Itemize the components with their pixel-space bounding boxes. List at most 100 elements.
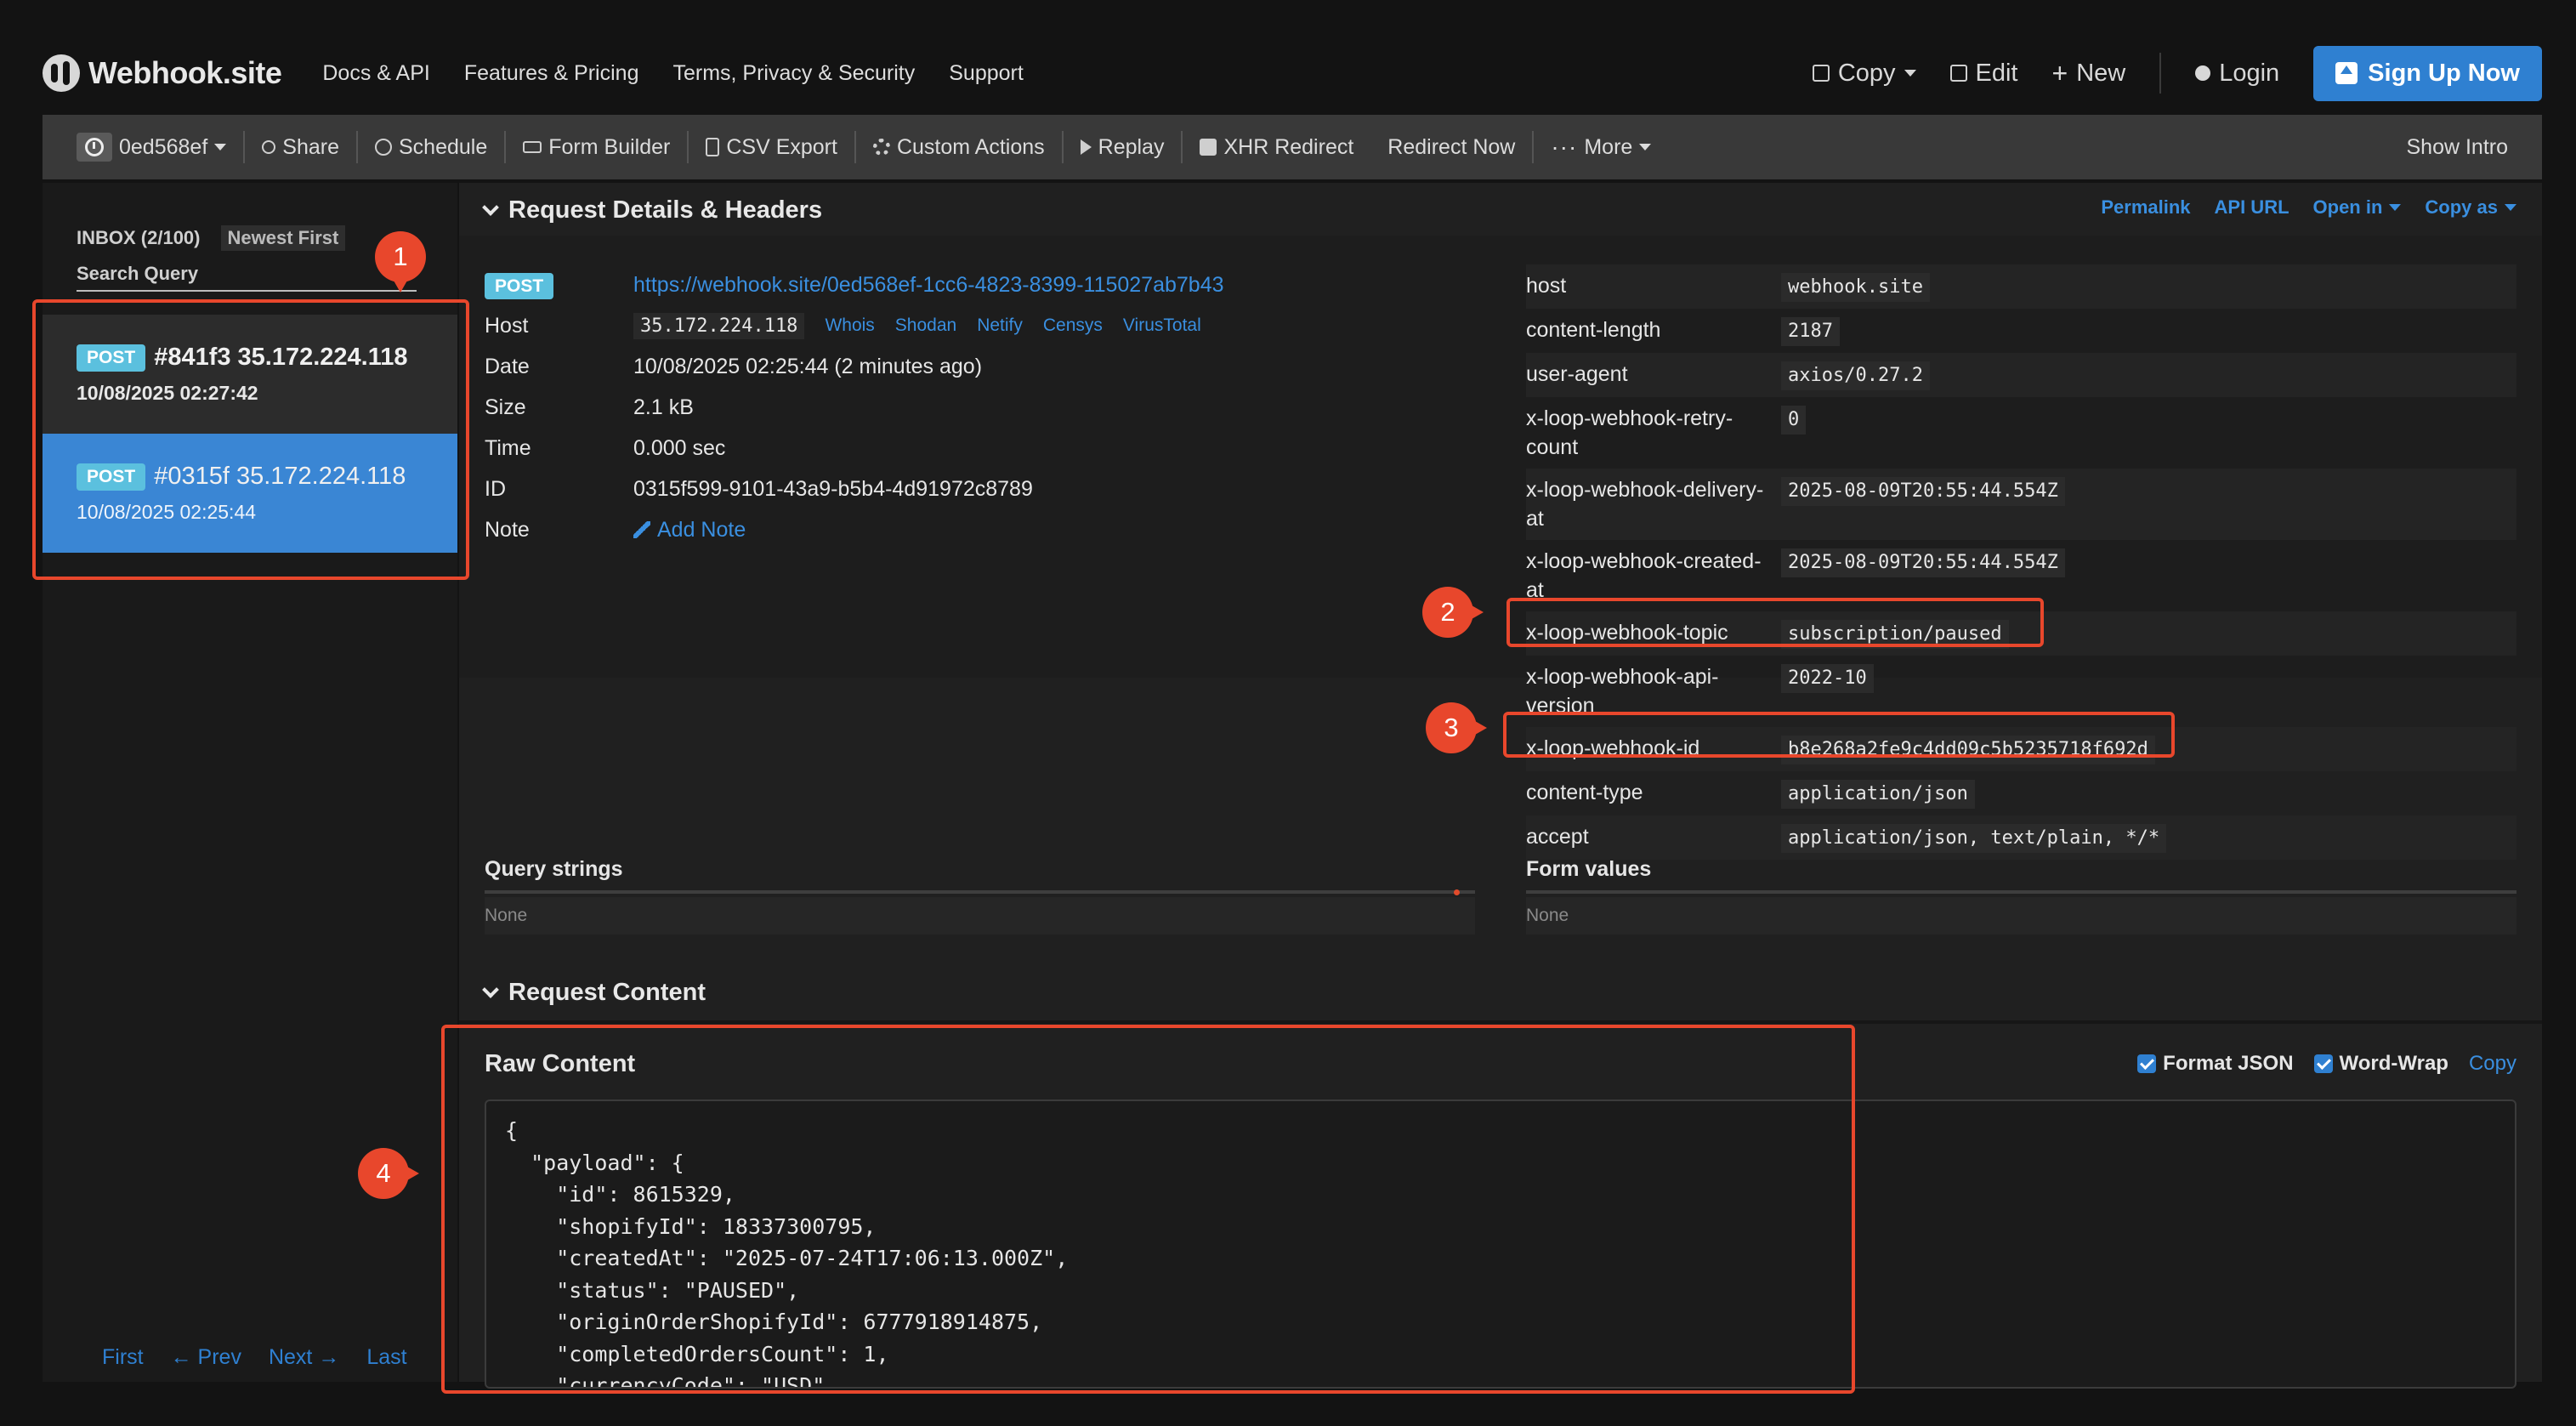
pager-prev[interactable]: ← Prev: [171, 1345, 241, 1370]
header-key: x-loop-webhook-created-at: [1526, 549, 1762, 602]
note-row: Note Add Note: [485, 509, 1475, 550]
pager-first[interactable]: First: [102, 1345, 144, 1370]
header-row: content-length 2187: [1526, 309, 2516, 353]
open-in-label: Open in: [2312, 196, 2383, 218]
annotation-box-topic: [1506, 598, 2044, 647]
netify-link[interactable]: Netify: [977, 315, 1023, 336]
sort-toggle[interactable]: Newest First: [220, 225, 346, 251]
header-value: axios/0.27.2: [1781, 361, 1930, 390]
nav-link-pricing[interactable]: Features & Pricing: [464, 61, 639, 86]
copy-menu-button[interactable]: Copy: [1812, 59, 1916, 88]
annotation-box-webhook-id: [1503, 712, 2175, 758]
form-builder-button[interactable]: Form Builder: [506, 128, 687, 166]
header-value: webhook.site: [1781, 273, 1930, 302]
new-label: New: [2076, 59, 2126, 87]
header-key: content-type: [1526, 781, 1643, 804]
date-row: Date 10/08/2025 02:25:44 (2 minutes ago): [485, 346, 1475, 387]
share-button[interactable]: Share: [245, 128, 356, 166]
show-intro-link[interactable]: Show Intro: [2406, 135, 2508, 160]
annotation-marker-3: 3: [1426, 702, 1487, 753]
request-url-link[interactable]: https://webhook.site/0ed568ef-1cc6-4823-…: [633, 273, 1224, 298]
edit-button[interactable]: Edit: [1949, 60, 2018, 88]
annotation-marker-4: 4: [358, 1148, 419, 1199]
content-section-toggle[interactable]: Request Content: [482, 979, 706, 1007]
add-note-link[interactable]: Add Note: [657, 518, 746, 543]
time-label: Time: [485, 435, 531, 460]
section-divider: [459, 1020, 2542, 1024]
copy-label: Copy: [1837, 59, 1896, 87]
header-row: content-type application/json: [1526, 771, 2516, 815]
query-strings-value: None: [485, 897, 1475, 935]
query-strings-divider: [485, 890, 1475, 894]
search-query-input[interactable]: Search Query: [77, 259, 417, 292]
schedule-label: Schedule: [399, 134, 488, 159]
headers-table: host webhook.site content-length 2187 user…: [1526, 264, 2516, 860]
pager-last[interactable]: Last: [366, 1345, 406, 1370]
header-key: user-agent: [1526, 362, 1628, 386]
copy-as-menu[interactable]: Copy as: [2425, 196, 2516, 219]
header-value: 2022-10: [1781, 664, 1874, 693]
replay-button[interactable]: Replay: [1064, 128, 1182, 166]
share-label: Share: [282, 134, 339, 159]
api-url-link[interactable]: API URL: [2215, 196, 2289, 219]
more-label: More: [1584, 134, 1633, 159]
more-menu-button[interactable]: ··· More: [1534, 128, 1668, 166]
header-key: host: [1526, 274, 1567, 298]
annotation-box-raw-content: [441, 1025, 1855, 1394]
word-wrap-checkbox[interactable]: Word-Wrap: [2313, 1052, 2448, 1076]
details-section-title: Request Details & Headers: [508, 196, 823, 224]
method-badge: POST: [485, 272, 554, 299]
form-values-title: Form values: [1526, 857, 1652, 881]
shodan-link[interactable]: Shodan: [895, 315, 956, 336]
whois-link[interactable]: Whois: [825, 315, 874, 336]
login-label: Login: [2219, 59, 2280, 87]
details-section-toggle[interactable]: Request Details & Headers: [482, 196, 823, 224]
schedule-button[interactable]: Schedule: [358, 128, 504, 166]
redirect-now-button[interactable]: Redirect Now: [1370, 128, 1532, 166]
new-button[interactable]: + New: [2052, 60, 2126, 88]
clock-icon: [375, 139, 392, 156]
header-value: 2025-08-09T20:55:44.554Z: [1781, 477, 2065, 506]
host-row: Host 35.172.224.118 Whois Shodan Netify …: [485, 305, 1475, 346]
annotation-box-requests: [32, 299, 469, 580]
token-selector[interactable]: 0ed568ef: [77, 128, 243, 166]
resize-handle[interactable]: [1454, 889, 1460, 895]
play-icon: [1080, 139, 1092, 155]
date-value: 10/08/2025 02:25:44 (2 minutes ago): [633, 354, 983, 378]
censys-link[interactable]: Censys: [1043, 315, 1103, 336]
copy-content-link[interactable]: Copy: [2469, 1052, 2516, 1076]
inbox-header: INBOX (2/100) Newest First: [77, 225, 346, 251]
format-json-checkbox[interactable]: Format JSON: [2137, 1052, 2294, 1076]
header-row: accept application/json, text/plain, */*: [1526, 815, 2516, 860]
nav-link-docs[interactable]: Docs & API: [322, 61, 429, 86]
details-actions: Permalink API URL Open in Copy as: [2101, 196, 2516, 219]
pager-next[interactable]: Next →: [269, 1345, 339, 1370]
xhr-redirect-button[interactable]: XHR Redirect: [1183, 128, 1370, 166]
signup-button[interactable]: Sign Up Now: [2313, 45, 2542, 101]
edit-icon: [1949, 65, 1967, 82]
nav-link-support[interactable]: Support: [949, 61, 1024, 86]
header-row: host webhook.site: [1526, 264, 2516, 309]
pencil-icon: [633, 521, 650, 538]
brand-link[interactable]: Webhook.site: [43, 54, 282, 92]
custom-actions-button[interactable]: Custom Actions: [856, 128, 1062, 166]
file-icon: [706, 138, 720, 156]
header-value: application/json, text/plain, */*: [1781, 824, 2167, 853]
raw-content-options: Format JSON Word-Wrap Copy: [2137, 1052, 2516, 1076]
virustotal-link[interactable]: VirusTotal: [1123, 315, 1201, 336]
csv-export-button[interactable]: CSV Export: [689, 128, 854, 166]
header-key: x-loop-webhook-delivery-at: [1526, 478, 1764, 531]
open-in-menu[interactable]: Open in: [2313, 196, 2402, 219]
nav-actions: Copy Edit + New Login Sign Up Now: [1812, 45, 2542, 101]
token-badge: [77, 133, 112, 162]
size-label: Size: [485, 395, 526, 419]
nav-link-terms[interactable]: Terms, Privacy & Security: [672, 61, 915, 86]
header-row: user-agent axios/0.27.2: [1526, 353, 2516, 397]
clock-icon: [85, 138, 104, 156]
plus-icon: +: [2051, 58, 2068, 88]
header-key: content-length: [1526, 318, 1661, 342]
action-toolbar: 0ed568ef Share Schedule Form Builder CSV…: [43, 115, 2542, 179]
login-button[interactable]: Login: [2195, 60, 2279, 88]
permalink-link[interactable]: Permalink: [2101, 196, 2190, 219]
time-row: Time 0.000 sec: [485, 428, 1475, 469]
